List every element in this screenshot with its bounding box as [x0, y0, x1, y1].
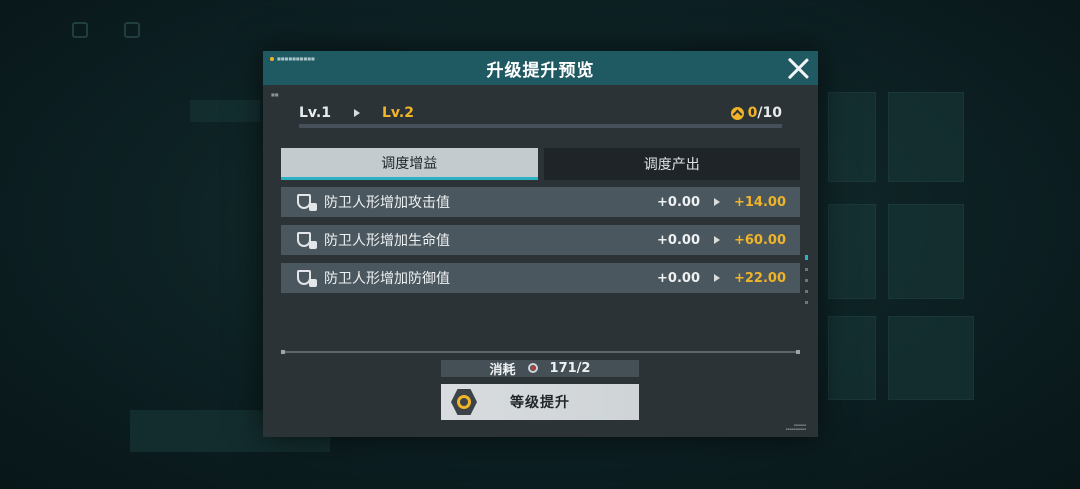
- cost-amount: 171/2: [549, 361, 591, 376]
- header-dot-icon: [270, 56, 274, 61]
- tab-dispatch-buff[interactable]: 调度增益: [281, 148, 538, 180]
- background-card: [828, 204, 876, 299]
- background-card: [888, 92, 964, 182]
- background-card: [828, 316, 876, 400]
- back-arrow-icon: [72, 22, 88, 38]
- list-item: 防卫人形增加攻击值 +0.00 +14.00: [281, 187, 800, 217]
- divider: [281, 350, 800, 354]
- next-level: Lv.2: [381, 105, 414, 121]
- hexagon-coin-icon: [451, 389, 477, 415]
- list-item: 防卫人形增加防御值 +0.00 +22.00: [281, 263, 800, 293]
- stat-values: +0.00 +14.00: [657, 195, 786, 210]
- stat-name: 防卫人形增加攻击值: [324, 195, 450, 211]
- background-card: [888, 204, 964, 299]
- tab-dispatch-output[interactable]: 调度产出: [543, 148, 800, 180]
- upgrade-button-label: 等级提升: [510, 395, 570, 411]
- dialog-header: ■■■■■■■■■■ 升级提升预览: [263, 51, 818, 85]
- stat-values: +0.00 +60.00: [657, 233, 786, 248]
- footer-fine-print: ▪▪▪▪▪▪ ▪▪▪▪▪▪▪▪▪▪: [785, 423, 806, 431]
- level-progress-bar: [299, 124, 782, 128]
- current-level: Lv.1: [299, 105, 331, 121]
- level-progress: 0/10: [730, 105, 782, 121]
- stat-arrow-icon: [713, 274, 720, 282]
- stat-arrow-icon: [713, 236, 720, 244]
- stat-values: +0.00 +22.00: [657, 271, 786, 286]
- attack-shield-icon: [297, 193, 317, 211]
- level-arrow-icon: [353, 109, 360, 117]
- upgrade-level-button[interactable]: 等级提升: [441, 384, 639, 420]
- stat-old-value: +0.00: [657, 194, 700, 210]
- stat-old-value: +0.00: [657, 232, 700, 248]
- background-card: [888, 316, 974, 400]
- background-panel: [190, 100, 260, 122]
- stat-new-value: +14.00: [733, 194, 786, 210]
- stat-new-value: +22.00: [733, 270, 786, 286]
- corner-mark: ■■: [271, 92, 279, 97]
- scrollbar[interactable]: [805, 255, 809, 317]
- level-progress-text: 0/10: [747, 105, 782, 121]
- cost-row: 消耗 171/2: [441, 360, 639, 378]
- list-item: 防卫人形增加生命值 +0.00 +60.00: [281, 225, 800, 255]
- upgrade-preview-dialog: ■■■■■■■■■■ 升级提升预览 ■■ Lv.1 Lv.2 0/10 调度增益…: [263, 51, 818, 437]
- stat-arrow-icon: [713, 198, 720, 206]
- home-icon: [124, 22, 140, 38]
- dialog-title: 升级提升预览: [486, 60, 595, 81]
- stat-name: 防卫人形增加生命值: [324, 233, 450, 249]
- close-icon[interactable]: [786, 56, 810, 80]
- stat-new-value: +60.00: [733, 232, 786, 248]
- stat-name: 防卫人形增加防御值: [324, 271, 450, 287]
- defense-shield-icon: [297, 269, 317, 287]
- level-row: Lv.1 Lv.2 0/10: [299, 104, 782, 122]
- cost-label: 消耗: [489, 363, 516, 378]
- background-card: [828, 92, 876, 182]
- material-item-icon: [525, 362, 541, 376]
- stat-list: 防卫人形增加攻击值 +0.00 +14.00 防卫人形增加生命值 +0.00 +…: [281, 187, 800, 301]
- header-tag: ■■■■■■■■■■: [270, 56, 315, 61]
- stat-old-value: +0.00: [657, 270, 700, 286]
- level-up-icon: [730, 106, 744, 120]
- header-tag-text: ■■■■■■■■■■: [277, 56, 315, 61]
- tab-bar: 调度增益 调度产出: [281, 148, 800, 180]
- health-shield-icon: [297, 231, 317, 249]
